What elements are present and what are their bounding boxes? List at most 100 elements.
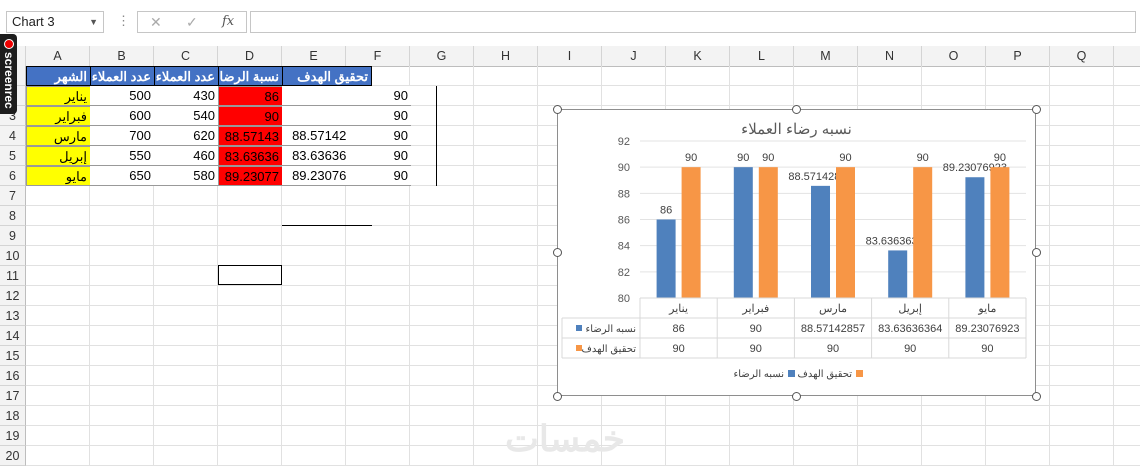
- row-header-19[interactable]: 19: [0, 426, 26, 446]
- month-cell[interactable]: فبراير: [26, 106, 91, 126]
- cell-d11-box[interactable]: [218, 265, 282, 285]
- table-header-3[interactable]: عدد العملاء الراضين: [154, 66, 219, 86]
- row-header-18[interactable]: 18: [0, 406, 26, 426]
- bar-satisfaction: [811, 185, 830, 298]
- row-header-8[interactable]: 8: [0, 206, 26, 226]
- column-header-e[interactable]: E: [282, 46, 346, 66]
- row-header-12[interactable]: 12: [0, 286, 26, 306]
- column-header-h[interactable]: H: [474, 46, 538, 66]
- row-header-16[interactable]: 16: [0, 366, 26, 386]
- watermark: خمسات: [505, 418, 626, 459]
- name-box-value: Chart 3: [12, 14, 55, 29]
- customers-cell[interactable]: 600: [90, 106, 155, 126]
- row-header-4[interactable]: 4: [0, 126, 26, 146]
- resize-handle[interactable]: [552, 391, 562, 401]
- column-header-a[interactable]: A: [26, 46, 90, 66]
- row-header-11[interactable]: 11: [0, 266, 26, 286]
- screenrec-label: screenrec: [2, 52, 16, 109]
- insert-function-icon[interactable]: fx: [222, 14, 234, 29]
- row-header-6[interactable]: 6: [0, 166, 26, 186]
- row-header-15[interactable]: 15: [0, 346, 26, 366]
- satisfaction-rate-cell[interactable]: 89.23077: [218, 166, 283, 186]
- column-header-m[interactable]: M: [794, 46, 858, 66]
- chart[interactable]: 80 82 84 86 88 90 92 86 90 90 90 88.57142857 90 83.63…: [557, 109, 1036, 396]
- resize-handle[interactable]: [792, 104, 801, 114]
- cancel-icon[interactable]: ✕: [150, 14, 162, 31]
- column-header-q[interactable]: Q: [1050, 46, 1114, 66]
- enter-icon[interactable]: ✓: [186, 14, 198, 31]
- month-cell[interactable]: إبريل: [26, 146, 91, 166]
- column-header-d[interactable]: D: [218, 46, 282, 66]
- resize-handle[interactable]: [1031, 104, 1041, 114]
- row-header-10[interactable]: 10: [0, 246, 26, 266]
- more-options-icon[interactable]: ⋮: [117, 13, 130, 29]
- row-header-9[interactable]: 9: [0, 226, 26, 246]
- satisfied-cell[interactable]: 620: [154, 126, 219, 146]
- screenrec-badge: screenrec: [0, 34, 17, 114]
- data-label: 90: [917, 152, 929, 164]
- column-header-b[interactable]: B: [90, 46, 154, 66]
- month-cell[interactable]: مايو: [26, 166, 91, 186]
- data-label: 90: [839, 152, 851, 164]
- data-table-value: 90: [981, 343, 993, 355]
- data-table-value: 90: [750, 343, 762, 355]
- satisfaction-rate-cell[interactable]: 88.57143: [218, 126, 283, 146]
- column-header-k[interactable]: K: [666, 46, 730, 66]
- column-header-c[interactable]: C: [154, 46, 218, 66]
- customers-cell[interactable]: 550: [90, 146, 155, 166]
- y-tick-label: 88: [618, 188, 630, 200]
- target-value-cell[interactable]: 90: [346, 166, 411, 186]
- customers-cell[interactable]: 700: [90, 126, 155, 146]
- column-header-j[interactable]: J: [602, 46, 666, 66]
- formula-buttons: ✕ ✓ fx: [137, 11, 247, 33]
- month-cell[interactable]: مارس: [26, 126, 91, 146]
- legend-label: نسبه الرضاء: [734, 369, 784, 380]
- data-table-value: 90: [827, 343, 839, 355]
- row-header-7[interactable]: 7: [0, 186, 26, 206]
- row-header-5[interactable]: 5: [0, 146, 26, 166]
- satisfied-cell[interactable]: 580: [154, 166, 219, 186]
- month-cell[interactable]: يناير: [26, 86, 91, 106]
- target-value-cell[interactable]: 90: [346, 126, 411, 146]
- customers-cell[interactable]: 500: [90, 86, 155, 106]
- chevron-down-icon[interactable]: ▼: [89, 12, 98, 32]
- bar-target: [836, 167, 855, 298]
- column-headers: ABCDEFGHIJKLMNOPQ: [0, 46, 1140, 67]
- column-header-f[interactable]: F: [346, 46, 410, 66]
- target-value-cell[interactable]: 90: [346, 86, 411, 106]
- column-header-n[interactable]: N: [858, 46, 922, 66]
- row-header-14[interactable]: 14: [0, 326, 26, 346]
- target-value-cell[interactable]: 90: [346, 106, 411, 126]
- row-header-20[interactable]: 20: [0, 446, 26, 466]
- column-header-i[interactable]: I: [538, 46, 602, 66]
- category-label: مايو: [977, 303, 996, 315]
- satisfied-cell[interactable]: 540: [154, 106, 219, 126]
- data-table-value: 86: [672, 323, 684, 335]
- customers-cell[interactable]: 650: [90, 166, 155, 186]
- resize-handle[interactable]: [792, 391, 801, 401]
- column-header-g[interactable]: G: [410, 46, 474, 66]
- satisfied-cell[interactable]: 430: [154, 86, 219, 106]
- row-header-17[interactable]: 17: [0, 386, 26, 406]
- table-header-5[interactable]: تحقيق الهدف: [282, 66, 372, 86]
- resize-handle[interactable]: [552, 104, 562, 114]
- formula-input[interactable]: [250, 11, 1136, 33]
- satisfaction-rate-cell[interactable]: 90: [218, 106, 283, 126]
- bar-satisfaction: [656, 219, 676, 298]
- table-header-4[interactable]: نسبة الرضا: [218, 66, 283, 86]
- resize-handle[interactable]: [1031, 248, 1041, 257]
- satisfaction-rate-cell[interactable]: 86: [218, 86, 283, 106]
- target-value-cell[interactable]: 90: [346, 146, 411, 166]
- y-tick-label: 80: [618, 293, 630, 305]
- resize-handle[interactable]: [1031, 391, 1041, 401]
- satisfaction-rate-cell[interactable]: 83.63636: [218, 146, 283, 166]
- column-header-l[interactable]: L: [730, 46, 794, 66]
- name-box[interactable]: Chart 3 ▼: [6, 11, 104, 33]
- resize-handle[interactable]: [552, 248, 562, 257]
- column-header-o[interactable]: O: [922, 46, 986, 66]
- satisfied-cell[interactable]: 460: [154, 146, 219, 166]
- row-header-13[interactable]: 13: [0, 306, 26, 326]
- column-header-p[interactable]: P: [986, 46, 1050, 66]
- table-header-1[interactable]: الشهر: [26, 66, 91, 86]
- table-header-2[interactable]: عدد العملاء: [90, 66, 155, 86]
